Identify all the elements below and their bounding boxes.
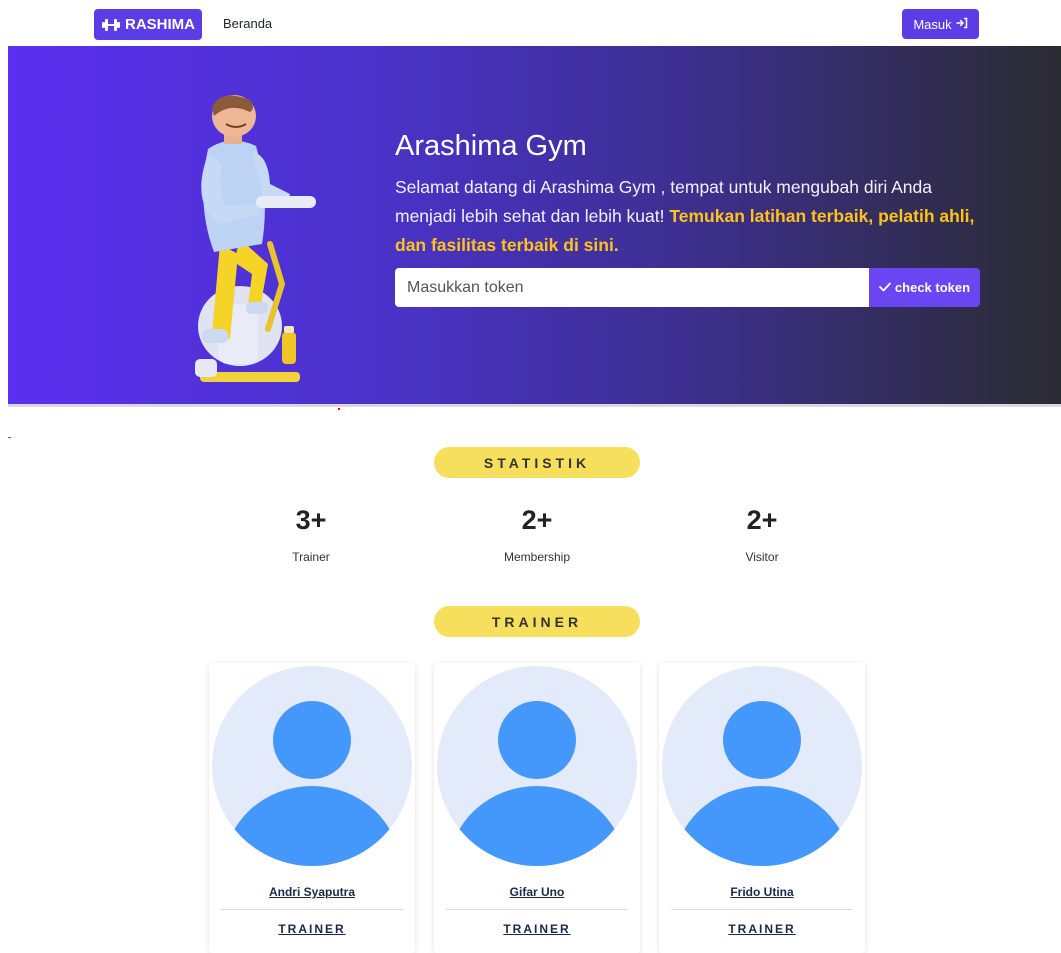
card-divider xyxy=(671,909,853,910)
card-divider xyxy=(221,909,403,910)
hero-banner: Arashima Gym Selamat datang di Arashima … xyxy=(8,46,1061,404)
statistics-heading-text: STATISTIK xyxy=(483,454,591,471)
check-icon xyxy=(879,280,891,295)
trainer-role: TRAINER xyxy=(728,922,796,936)
stat-value: 2+ xyxy=(521,505,553,535)
hero-description: Selamat datang di Arashima Gym , tempat … xyxy=(395,173,985,260)
trainer-card: Andri Syaputra TRAINER xyxy=(209,663,415,953)
trainer-heading-text: TRAINER xyxy=(491,613,583,630)
user-avatar-icon xyxy=(212,666,412,866)
statistics-heading: STATISTIK xyxy=(434,447,640,478)
trainer-card: Gifar Uno TRAINER xyxy=(434,663,640,953)
stat-visitor: 2+ Visitor xyxy=(682,505,842,564)
stat-value: 2+ xyxy=(746,505,778,535)
trainer-card: Frido Utina TRAINER xyxy=(659,663,865,953)
trainer-name-link[interactable]: Frido Utina xyxy=(659,885,865,899)
stat-membership: 2+ Membership xyxy=(457,505,617,564)
token-form: check token xyxy=(395,268,980,307)
user-avatar-icon xyxy=(437,666,637,866)
card-divider xyxy=(446,909,628,910)
hero-title: Arashima Gym xyxy=(395,130,587,162)
dumbbell-icon xyxy=(101,18,121,32)
token-input[interactable] xyxy=(395,268,869,307)
user-avatar-icon xyxy=(662,666,862,866)
stat-label: Trainer xyxy=(292,550,330,564)
trainer-role: TRAINER xyxy=(503,922,571,936)
stat-trainer: 3+ Trainer xyxy=(231,505,391,564)
stat-label: Visitor xyxy=(745,550,779,564)
login-button-label: Masuk xyxy=(913,16,952,32)
cyclist-illustration xyxy=(195,95,316,382)
check-token-label: check token xyxy=(894,280,971,295)
check-token-button[interactable]: check token xyxy=(869,268,980,307)
hero-divider xyxy=(8,404,1061,407)
stat-label: Membership xyxy=(503,550,571,564)
nav-link-beranda[interactable]: Beranda xyxy=(223,16,272,31)
trainer-role: TRAINER xyxy=(278,922,346,936)
brand-text: RASHIMA xyxy=(125,16,195,33)
trainer-heading: TRAINER xyxy=(434,606,640,637)
login-icon xyxy=(955,17,968,32)
red-dot-marker xyxy=(338,408,340,410)
navbar: RASHIMA Beranda Masuk xyxy=(0,0,1061,46)
login-button[interactable]: Masuk xyxy=(902,9,979,39)
stat-value: 3+ xyxy=(295,505,327,535)
brand-logo[interactable]: RASHIMA xyxy=(94,9,202,40)
tiny-dash xyxy=(8,437,11,438)
trainer-name-link[interactable]: Gifar Uno xyxy=(434,885,640,899)
trainer-name-link[interactable]: Andri Syaputra xyxy=(209,885,415,899)
